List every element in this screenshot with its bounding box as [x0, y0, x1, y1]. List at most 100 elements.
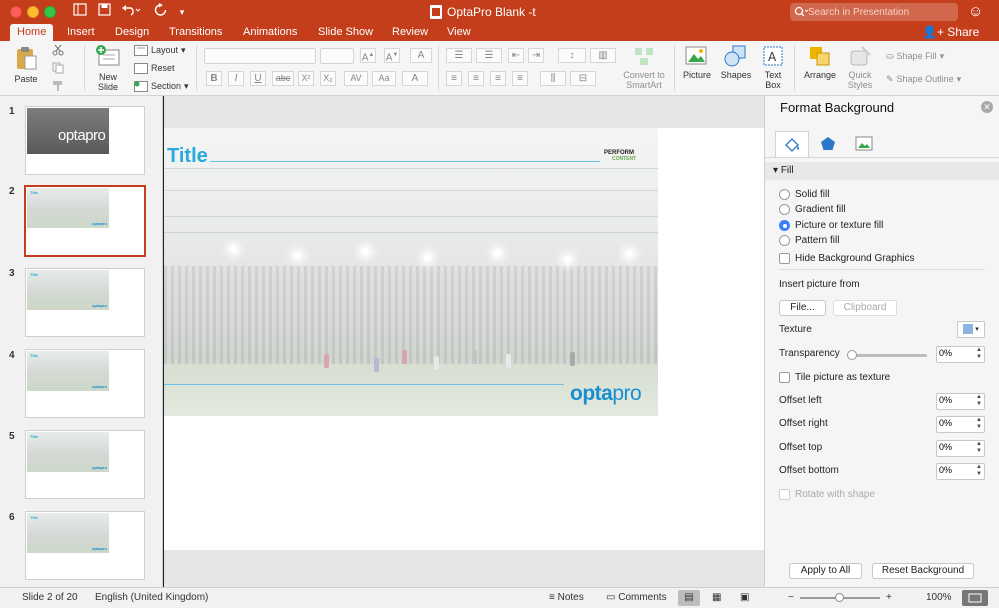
share-button[interactable]: 👤+ Share: [922, 24, 979, 41]
minimize-window-button[interactable]: [27, 6, 39, 18]
strikethrough-button[interactable]: abc: [272, 71, 294, 86]
tile-picture-option[interactable]: Tile picture as texture: [779, 372, 890, 383]
comments-button[interactable]: ▭ Comments: [606, 592, 667, 603]
close-panel-icon[interactable]: ✕: [981, 101, 993, 113]
gradient-fill-option[interactable]: Gradient fill: [779, 204, 846, 215]
normal-view-button[interactable]: ▤: [678, 590, 700, 606]
apply-to-all-button[interactable]: Apply to All: [789, 563, 862, 579]
stepper-arrows-icon[interactable]: ▲ ▼: [976, 464, 982, 478]
hide-background-graphics-option[interactable]: Hide Background Graphics: [779, 253, 915, 264]
zoom-slider-knob[interactable]: [835, 593, 844, 602]
line-spacing-icon[interactable]: ↕: [558, 48, 586, 63]
tab-view[interactable]: View: [440, 24, 478, 41]
reset-background-button[interactable]: Reset Background: [872, 563, 974, 579]
clear-formatting-icon[interactable]: A: [410, 48, 432, 63]
convert-to-smartart-button[interactable]: Convert to SmartArt: [620, 45, 668, 90]
slide-canvas[interactable]: Title PERFORM CONTENT optapro: [164, 128, 764, 550]
align-center-icon[interactable]: ≡: [468, 71, 484, 86]
slide-sorter-icon[interactable]: [72, 3, 88, 21]
fill-tab[interactable]: [775, 131, 809, 157]
offset-bottom-input[interactable]: [939, 465, 971, 475]
slide-title[interactable]: Title: [167, 145, 208, 168]
slide-thumbnail-6[interactable]: Title optapro: [25, 511, 145, 580]
tab-transitions[interactable]: Transitions: [162, 24, 229, 41]
offset-top-spinner[interactable]: ▲▼: [936, 440, 985, 457]
pattern-fill-option[interactable]: Pattern fill: [779, 235, 839, 246]
decrease-font-icon[interactable]: A▼: [384, 48, 400, 63]
radio-button-selected[interactable]: [779, 220, 790, 231]
save-icon[interactable]: [96, 3, 112, 21]
superscript-button[interactable]: X²: [298, 71, 314, 86]
offset-top-input[interactable]: [939, 442, 971, 452]
fill-section-header[interactable]: ▾ Fill: [765, 162, 999, 180]
language-indicator[interactable]: English (United Kingdom): [95, 592, 208, 603]
section-button[interactable]: Section ▾: [134, 79, 189, 93]
tab-design[interactable]: Design: [108, 24, 156, 41]
subscript-button[interactable]: X₂: [320, 71, 336, 86]
increase-font-icon[interactable]: A▲: [360, 48, 376, 63]
radio-button[interactable]: [779, 189, 790, 200]
slide-canvas-area[interactable]: Title PERFORM CONTENT optapro: [164, 96, 764, 587]
reset-button[interactable]: Reset: [134, 61, 175, 75]
customize-toolbar-icon[interactable]: ▾: [176, 3, 188, 21]
paste-button[interactable]: Paste: [8, 45, 44, 84]
columns-icon[interactable]: ▥: [590, 48, 616, 63]
checkbox[interactable]: [779, 253, 790, 264]
slide-thumbnail-4[interactable]: Title optapro: [25, 349, 145, 418]
transparency-spinner[interactable]: ▲▼: [936, 346, 985, 363]
file-button[interactable]: File...: [779, 300, 826, 316]
align-left-icon[interactable]: ≡: [446, 71, 462, 86]
zoom-in-icon[interactable]: +: [886, 592, 892, 603]
slide-sorter-view-icon[interactable]: ▦: [712, 592, 721, 603]
quick-styles-button[interactable]: Quick Styles: [843, 45, 877, 90]
stepper-arrows-icon[interactable]: ▲ ▼: [976, 347, 982, 361]
radio-button[interactable]: [779, 204, 790, 215]
font-color-icon[interactable]: A: [402, 71, 428, 86]
stepper-arrows-icon[interactable]: ▲ ▼: [976, 441, 982, 455]
font-name-dropdown[interactable]: [204, 48, 316, 64]
text-box-button[interactable]: A Text Box: [760, 45, 786, 90]
effects-tab[interactable]: [811, 131, 845, 157]
layout-button[interactable]: Layout ▾: [134, 43, 186, 57]
picture-button[interactable]: Picture: [681, 45, 713, 80]
numbering-icon[interactable]: ☰: [476, 48, 502, 63]
slide-thumbnail-2[interactable]: Title optapro: [24, 185, 146, 257]
align-right-icon[interactable]: ≡: [490, 71, 506, 86]
tab-slide-show[interactable]: Slide Show: [311, 24, 380, 41]
underline-button[interactable]: U: [250, 71, 266, 86]
clipboard-button[interactable]: Clipboard: [833, 300, 897, 316]
picture-texture-fill-option[interactable]: Picture or texture fill: [779, 220, 883, 231]
bold-button[interactable]: B: [206, 71, 222, 86]
transparency-input[interactable]: [939, 348, 971, 358]
cut-icon[interactable]: [52, 43, 64, 57]
text-direction-icon[interactable]: ⫼: [540, 71, 566, 86]
offset-bottom-spinner[interactable]: ▲▼: [936, 463, 985, 480]
zoom-out-icon[interactable]: −: [788, 592, 794, 603]
search-input[interactable]: [808, 6, 958, 18]
reading-view-icon[interactable]: ▣: [740, 592, 749, 603]
search-box[interactable]: [790, 3, 958, 21]
offset-right-spinner[interactable]: ▲▼: [936, 416, 985, 433]
tab-insert[interactable]: Insert: [60, 24, 102, 41]
fit-to-window-button[interactable]: [962, 590, 988, 606]
tab-animations[interactable]: Animations: [236, 24, 304, 41]
undo-icon[interactable]: [120, 3, 142, 21]
new-slide-button[interactable]: New Slide: [92, 45, 124, 92]
checkbox[interactable]: [779, 489, 790, 500]
offset-left-input[interactable]: [939, 395, 971, 405]
slide-thumbnail-5[interactable]: Title optapro: [25, 430, 145, 499]
arrange-button[interactable]: Arrange: [801, 45, 839, 80]
transparency-slider-track[interactable]: [851, 354, 927, 357]
notes-button[interactable]: ≡ Notes: [549, 592, 584, 603]
font-size-dropdown[interactable]: [320, 48, 354, 64]
texture-picker[interactable]: ▾: [957, 321, 985, 338]
justify-icon[interactable]: ≡: [512, 71, 528, 86]
italic-button[interactable]: I: [228, 71, 244, 86]
bullets-icon[interactable]: ☰: [446, 48, 472, 63]
radio-button[interactable]: [779, 235, 790, 246]
transparency-slider-knob[interactable]: [847, 350, 857, 360]
shape-outline-button[interactable]: ✎ Shape Outline ▾: [886, 72, 961, 86]
copy-icon[interactable]: [52, 61, 64, 75]
decrease-indent-icon[interactable]: ⇤: [508, 48, 524, 63]
checkbox[interactable]: [779, 372, 790, 383]
